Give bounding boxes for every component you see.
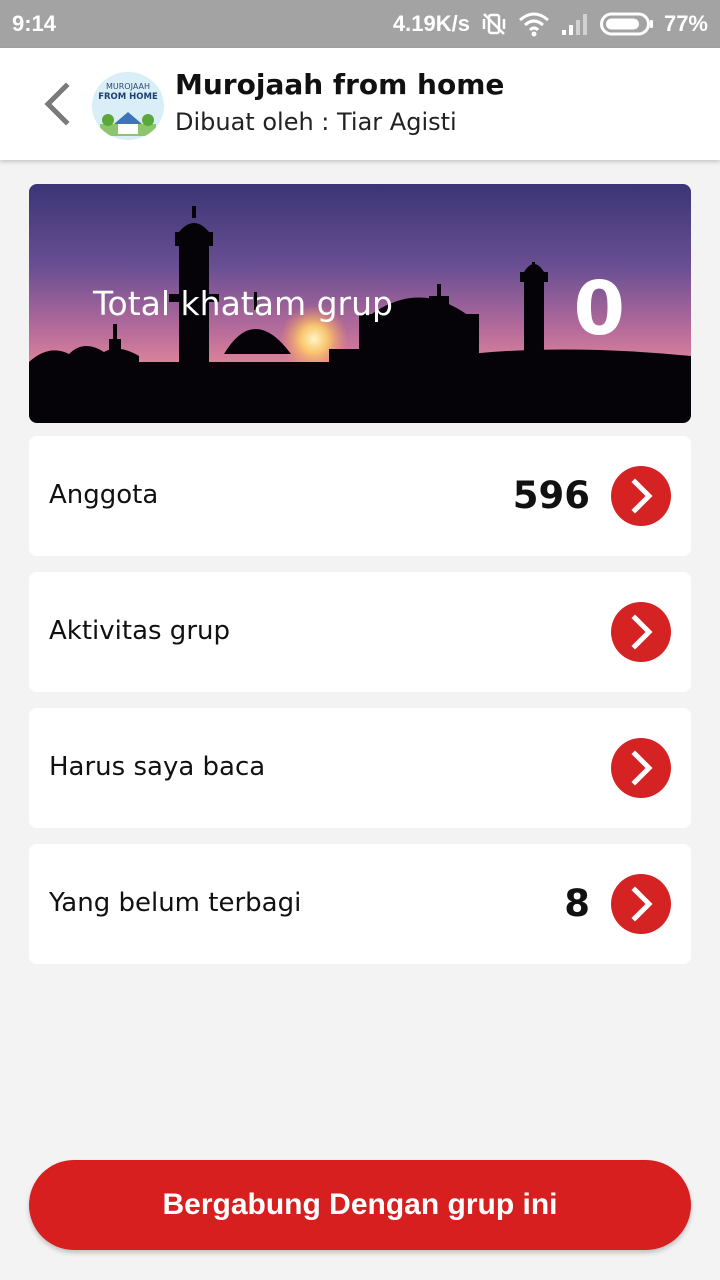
card-aktivitas-grup[interactable]: Aktivitas grup — [29, 572, 691, 692]
unassigned-count: 8 — [564, 882, 590, 925]
logo-text-top: MUROJAAH — [106, 82, 150, 91]
member-count: 596 — [512, 474, 590, 517]
harus-baca-open-button[interactable] — [611, 738, 671, 798]
card-anggota[interactable]: Anggota 596 — [29, 436, 691, 556]
chevron-right-icon — [631, 614, 653, 650]
chevron-right-icon — [631, 478, 653, 514]
battery-icon — [599, 12, 654, 36]
card-harus-saya-baca[interactable]: Harus saya baca — [29, 708, 691, 828]
card-label: Aktivitas grup — [49, 616, 230, 646]
group-creator: Dibuat oleh : Tiar Agisti — [175, 108, 457, 136]
aktivitas-open-button[interactable] — [611, 602, 671, 662]
khatam-banner: Total khatam grup 0 — [29, 184, 691, 423]
battery-percent: 77% — [663, 11, 708, 36]
status-time: 9:14 — [12, 11, 57, 36]
app-bar: MUROJAAH FROM HOME Murojaah from home Di… — [0, 48, 720, 160]
group-logo: MUROJAAH FROM HOME — [92, 72, 164, 140]
chevron-right-icon — [631, 750, 653, 786]
back-button[interactable] — [38, 82, 78, 126]
card-yang-belum-terbagi[interactable]: Yang belum terbagi 8 — [29, 844, 691, 964]
signal-icon — [560, 12, 590, 36]
status-bar: 9:14 4.19K/s 77% — [0, 0, 720, 48]
chevron-left-icon — [44, 82, 70, 126]
wifi-icon — [518, 11, 550, 37]
belum-terbagi-open-button[interactable] — [611, 874, 671, 934]
network-speed: 4.19K/s — [392, 11, 470, 36]
group-title: Murojaah from home — [175, 68, 505, 101]
join-group-button[interactable]: Bergabung Dengan grup ini — [29, 1160, 691, 1250]
anggota-open-button[interactable] — [611, 466, 671, 526]
total-khatam-label: Total khatam grup — [93, 284, 393, 323]
total-khatam-value: 0 — [573, 266, 626, 352]
vibrate-off-icon — [480, 10, 508, 38]
chevron-right-icon — [631, 886, 653, 922]
card-label: Yang belum terbagi — [49, 888, 302, 918]
status-icons: 4.19K/s 77% — [393, 8, 708, 40]
card-label: Anggota — [49, 480, 159, 510]
logo-text-bottom: FROM HOME — [98, 92, 158, 102]
card-label: Harus saya baca — [49, 752, 266, 782]
